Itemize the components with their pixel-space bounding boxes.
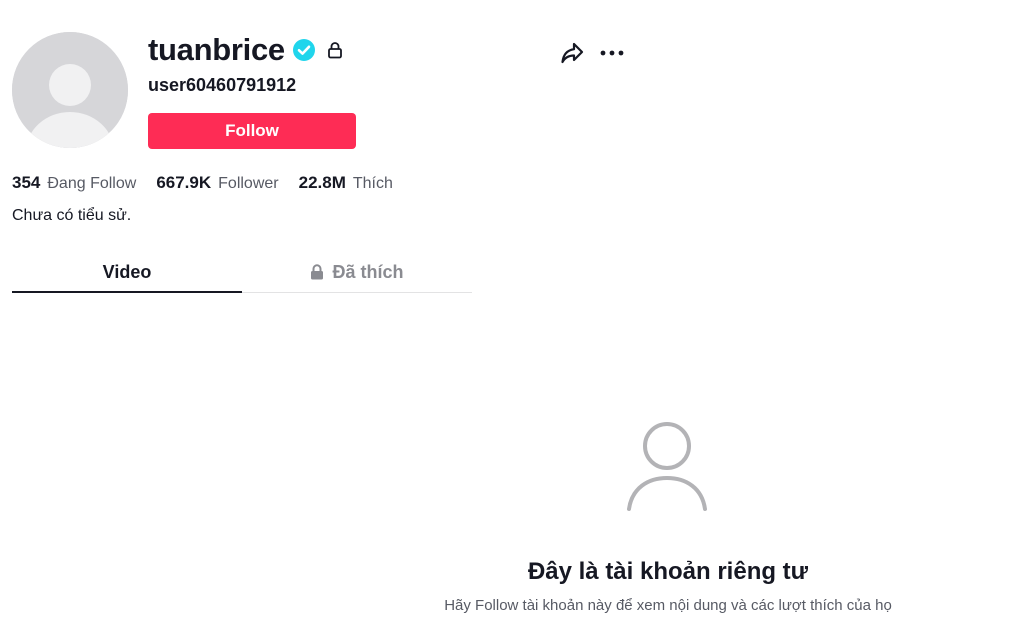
stat-value: 667.9K xyxy=(156,173,212,192)
username-row: tuanbrice xyxy=(148,30,343,70)
username: tuanbrice xyxy=(148,32,285,67)
profile-tabs: Video Đã thích xyxy=(12,252,472,293)
stat-likes: 22.8M Thích xyxy=(299,173,393,193)
nickname: user60460791912 xyxy=(148,75,297,95)
more-options-icon[interactable] xyxy=(599,44,625,62)
private-account-description: Hãy Follow tài khoản này để xem nội dung… xyxy=(444,597,892,614)
follow-button[interactable]: Follow xyxy=(148,113,356,149)
stat-value: 354 xyxy=(12,173,41,192)
stat-value: 22.8M xyxy=(298,173,346,192)
stat-label: Thích xyxy=(352,175,393,192)
tab-label: Đã thích xyxy=(332,261,404,282)
lock-icon xyxy=(310,264,324,280)
avatar[interactable] xyxy=(12,32,128,148)
bio: Chưa có tiểu sử. xyxy=(12,207,132,224)
lock-icon xyxy=(327,41,343,59)
default-avatar-icon xyxy=(12,32,128,148)
verified-badge-icon xyxy=(292,39,315,61)
private-account-title: Đây là tài khoản riêng tư xyxy=(527,558,809,585)
stat-label: Follower xyxy=(218,175,279,192)
stat-label: Đang Follow xyxy=(47,175,137,192)
stat-followers[interactable]: 667.9K Follower xyxy=(156,173,278,193)
tab-label: Video xyxy=(102,261,152,282)
user-outline-icon xyxy=(624,420,712,512)
tab-videos[interactable]: Video xyxy=(12,252,242,293)
profile-page: tuanbrice user60460791912 Follow 354 Đan… xyxy=(0,0,1025,626)
tab-liked[interactable]: Đã thích xyxy=(242,252,472,292)
stat-following[interactable]: 354 Đang Follow xyxy=(12,173,136,193)
profile-stats: 354 Đang Follow 667.9K Follower 22.8M Th… xyxy=(12,173,413,193)
share-icon[interactable] xyxy=(559,40,585,66)
